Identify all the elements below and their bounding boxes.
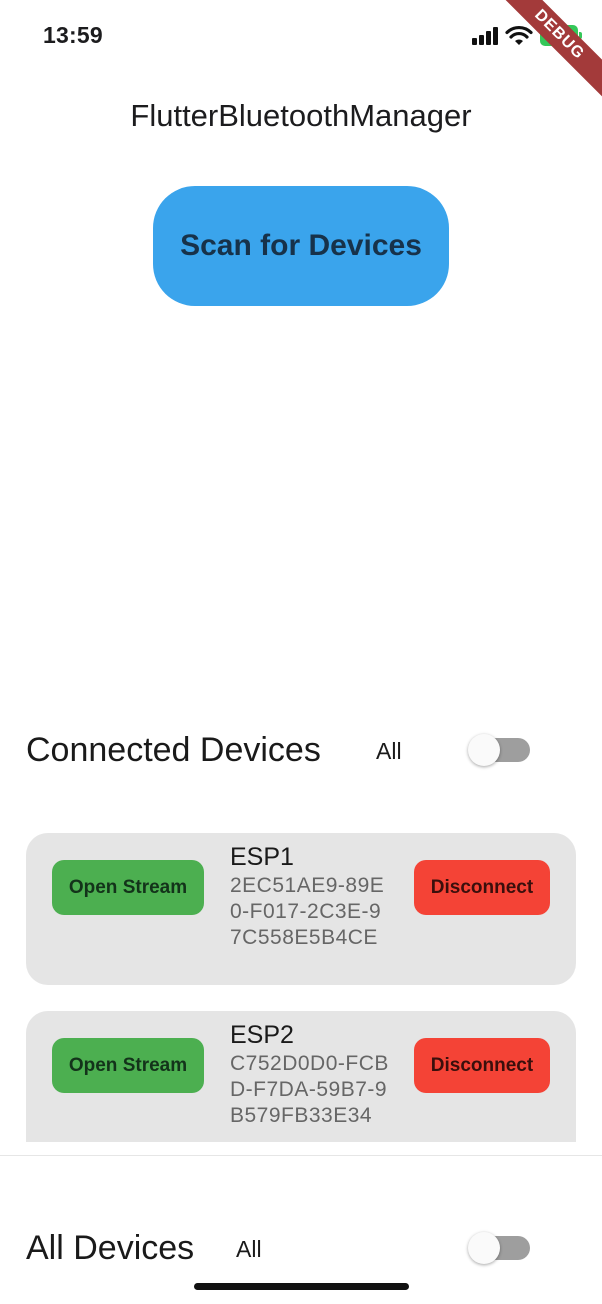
- connected-devices-filter-label: All: [376, 738, 402, 764]
- device-id: C752D0D0-FCBD-F7DA-59B7-9B579FB33E34: [230, 1052, 389, 1127]
- connected-devices-title: Connected Devices: [26, 731, 321, 769]
- app-title: FlutterBluetoothManager: [130, 98, 472, 133]
- scan-for-devices-button[interactable]: Scan for Devices: [153, 186, 449, 306]
- home-indicator[interactable]: [194, 1283, 409, 1290]
- toggle-knob: [468, 1232, 500, 1264]
- connected-devices-toggle[interactable]: [468, 734, 530, 766]
- device-card-esp1: Open Stream ESP1 2EC51AE9-89E0-F017-2C3E…: [26, 833, 576, 985]
- all-devices-filter-label: All: [236, 1236, 262, 1262]
- debug-banner: DEBUG: [489, 0, 602, 105]
- disconnect-button[interactable]: Disconnect: [414, 860, 550, 915]
- all-devices-toggle[interactable]: [468, 1232, 530, 1264]
- disconnect-button[interactable]: Disconnect: [414, 1038, 550, 1093]
- toggle-knob: [468, 734, 500, 766]
- device-id: 2EC51AE9-89E0-F017-2C3E-97C558E5B4CE: [230, 874, 385, 949]
- status-time: 13:59: [43, 22, 103, 48]
- device-card-esp2: Open Stream ESP2 C752D0D0-FCBD-F7DA-59B7…: [26, 1011, 576, 1142]
- device-name: ESP2: [230, 1021, 294, 1049]
- connected-devices-list[interactable]: Open Stream ESP1 2EC51AE9-89E0-F017-2C3E…: [0, 820, 602, 1142]
- divider: [0, 1155, 602, 1156]
- device-name: ESP1: [230, 843, 294, 871]
- wifi-icon: [505, 25, 533, 45]
- all-devices-title: All Devices: [26, 1229, 195, 1267]
- open-stream-button[interactable]: Open Stream: [52, 1038, 204, 1093]
- open-stream-button[interactable]: Open Stream: [52, 860, 204, 915]
- cellular-signal-icon: [472, 27, 500, 45]
